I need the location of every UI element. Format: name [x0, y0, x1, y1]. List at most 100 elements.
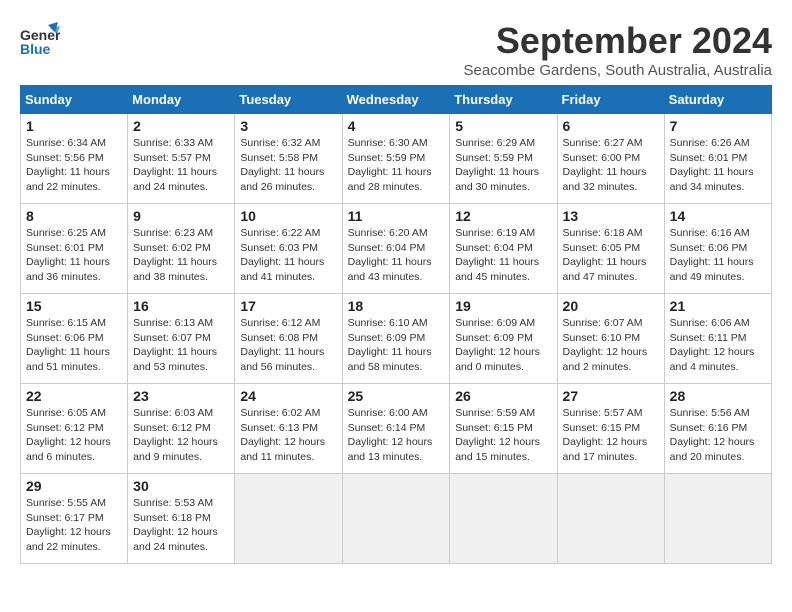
location-subtitle: Seacombe Gardens, South Australia, Austr…	[463, 62, 772, 79]
week-row: 1Sunrise: 6:34 AMSunset: 5:56 PMDaylight…	[21, 114, 772, 204]
day-number: 9	[133, 208, 229, 224]
day-info: Sunrise: 6:34 AMSunset: 5:56 PMDaylight:…	[26, 136, 122, 195]
week-row: 15Sunrise: 6:15 AMSunset: 6:06 PMDayligh…	[21, 294, 772, 384]
day-info: Sunrise: 5:59 AMSunset: 6:15 PMDaylight:…	[455, 406, 551, 465]
calendar-day: 4 Sunrise: 6:30 AMSunset: 5:59 PMDaylight…	[342, 114, 450, 204]
calendar-day: 10 Sunrise: 6:22 AMSunset: 6:03 PMDayligh…	[235, 204, 342, 294]
day-number: 7	[670, 118, 766, 134]
calendar-day: 15Sunrise: 6:15 AMSunset: 6:06 PMDayligh…	[21, 294, 128, 384]
day-info: Sunrise: 5:57 AMSunset: 6:15 PMDaylight:…	[563, 406, 659, 465]
day-header-saturday: Saturday	[664, 86, 771, 114]
week-row: 29 Sunrise: 5:55 AMSunset: 6:17 PMDayligh…	[21, 474, 772, 564]
calendar-day	[342, 474, 450, 564]
day-header-sunday: Sunday	[21, 86, 128, 114]
day-info: Sunrise: 6:26 AMSunset: 6:01 PMDaylight:…	[670, 136, 766, 195]
day-number: 16	[133, 298, 229, 314]
day-number: 26	[455, 388, 551, 404]
day-info: Sunrise: 6:00 AMSunset: 6:14 PMDaylight:…	[348, 406, 445, 465]
calendar-day: 28 Sunrise: 5:56 AMSunset: 6:16 PMDayligh…	[664, 384, 771, 474]
day-number: 11	[348, 208, 445, 224]
day-info: Sunrise: 6:09 AMSunset: 6:09 PMDaylight:…	[455, 316, 551, 375]
days-header-row: SundayMondayTuesdayWednesdayThursdayFrid…	[21, 86, 772, 114]
day-header-friday: Friday	[557, 86, 664, 114]
day-header-tuesday: Tuesday	[235, 86, 342, 114]
day-header-wednesday: Wednesday	[342, 86, 450, 114]
calendar-day: 25 Sunrise: 6:00 AMSunset: 6:14 PMDayligh…	[342, 384, 450, 474]
day-info: Sunrise: 6:33 AMSunset: 5:57 PMDaylight:…	[133, 136, 229, 195]
calendar-day: 13 Sunrise: 6:18 AMSunset: 6:05 PMDayligh…	[557, 204, 664, 294]
day-info: Sunrise: 6:27 AMSunset: 6:00 PMDaylight:…	[563, 136, 659, 195]
calendar-day	[235, 474, 342, 564]
day-number: 8	[26, 208, 122, 224]
day-number: 5	[455, 118, 551, 134]
day-info: Sunrise: 6:29 AMSunset: 5:59 PMDaylight:…	[455, 136, 551, 195]
calendar-day: 19 Sunrise: 6:09 AMSunset: 6:09 PMDayligh…	[450, 294, 557, 384]
day-number: 21	[670, 298, 766, 314]
day-number: 17	[240, 298, 336, 314]
week-row: 8Sunrise: 6:25 AMSunset: 6:01 PMDaylight…	[21, 204, 772, 294]
day-info: Sunrise: 6:19 AMSunset: 6:04 PMDaylight:…	[455, 226, 551, 285]
calendar-day: 14Sunrise: 6:16 AMSunset: 6:06 PMDayligh…	[664, 204, 771, 294]
day-number: 6	[563, 118, 659, 134]
day-number: 2	[133, 118, 229, 134]
day-info: Sunrise: 6:18 AMSunset: 6:05 PMDaylight:…	[563, 226, 659, 285]
calendar-day: 1Sunrise: 6:34 AMSunset: 5:56 PMDaylight…	[21, 114, 128, 204]
week-row: 22 Sunrise: 6:05 AMSunset: 6:12 PMDayligh…	[21, 384, 772, 474]
calendar-day: 24 Sunrise: 6:02 AMSunset: 6:13 PMDayligh…	[235, 384, 342, 474]
calendar-day: 5 Sunrise: 6:29 AMSunset: 5:59 PMDaylight…	[450, 114, 557, 204]
day-number: 19	[455, 298, 551, 314]
day-info: Sunrise: 5:53 AMSunset: 6:18 PMDaylight:…	[133, 496, 229, 555]
day-number: 4	[348, 118, 445, 134]
day-info: Sunrise: 6:05 AMSunset: 6:12 PMDaylight:…	[26, 406, 122, 465]
day-info: Sunrise: 6:07 AMSunset: 6:10 PMDaylight:…	[563, 316, 659, 375]
calendar-day: 7 Sunrise: 6:26 AMSunset: 6:01 PMDaylight…	[664, 114, 771, 204]
calendar-day: 26 Sunrise: 5:59 AMSunset: 6:15 PMDayligh…	[450, 384, 557, 474]
calendar-day: 3 Sunrise: 6:32 AMSunset: 5:58 PMDaylight…	[235, 114, 342, 204]
day-info: Sunrise: 6:23 AMSunset: 6:02 PMDaylight:…	[133, 226, 229, 285]
day-number: 12	[455, 208, 551, 224]
day-info: Sunrise: 6:02 AMSunset: 6:13 PMDaylight:…	[240, 406, 336, 465]
calendar-day	[450, 474, 557, 564]
calendar-day: 17Sunrise: 6:12 AMSunset: 6:08 PMDayligh…	[235, 294, 342, 384]
calendar-day	[664, 474, 771, 564]
calendar-day: 20 Sunrise: 6:07 AMSunset: 6:10 PMDayligh…	[557, 294, 664, 384]
header: General Blue September 2024 Seacombe Gar…	[20, 20, 772, 79]
calendar-day: 18 Sunrise: 6:10 AMSunset: 6:09 PMDayligh…	[342, 294, 450, 384]
title-area: September 2024 Seacombe Gardens, South A…	[463, 20, 772, 79]
day-info: Sunrise: 5:55 AMSunset: 6:17 PMDaylight:…	[26, 496, 122, 555]
calendar-day: 29 Sunrise: 5:55 AMSunset: 6:17 PMDayligh…	[21, 474, 128, 564]
day-number: 30	[133, 478, 229, 494]
logo-icon: General Blue	[20, 20, 60, 65]
day-number: 24	[240, 388, 336, 404]
day-info: Sunrise: 6:03 AMSunset: 6:12 PMDaylight:…	[133, 406, 229, 465]
day-number: 25	[348, 388, 445, 404]
calendar-day: 22 Sunrise: 6:05 AMSunset: 6:12 PMDayligh…	[21, 384, 128, 474]
svg-text:Blue: Blue	[20, 41, 51, 57]
day-number: 29	[26, 478, 122, 494]
day-number: 10	[240, 208, 336, 224]
calendar-day: 8Sunrise: 6:25 AMSunset: 6:01 PMDaylight…	[21, 204, 128, 294]
day-info: Sunrise: 6:16 AMSunset: 6:06 PMDaylight:…	[670, 226, 766, 285]
day-info: Sunrise: 6:10 AMSunset: 6:09 PMDaylight:…	[348, 316, 445, 375]
day-number: 18	[348, 298, 445, 314]
calendar-day: 2 Sunrise: 6:33 AMSunset: 5:57 PMDaylight…	[128, 114, 235, 204]
calendar-day: 6 Sunrise: 6:27 AMSunset: 6:00 PMDaylight…	[557, 114, 664, 204]
day-number: 20	[563, 298, 659, 314]
calendar-day: 11Sunrise: 6:20 AMSunset: 6:04 PMDayligh…	[342, 204, 450, 294]
day-info: Sunrise: 6:30 AMSunset: 5:59 PMDaylight:…	[348, 136, 445, 195]
day-header-monday: Monday	[128, 86, 235, 114]
day-number: 28	[670, 388, 766, 404]
day-info: Sunrise: 6:15 AMSunset: 6:06 PMDaylight:…	[26, 316, 122, 375]
day-number: 22	[26, 388, 122, 404]
day-info: Sunrise: 6:06 AMSunset: 6:11 PMDaylight:…	[670, 316, 766, 375]
day-header-thursday: Thursday	[450, 86, 557, 114]
calendar-table: SundayMondayTuesdayWednesdayThursdayFrid…	[20, 85, 772, 564]
calendar-day	[557, 474, 664, 564]
day-info: Sunrise: 6:32 AMSunset: 5:58 PMDaylight:…	[240, 136, 336, 195]
day-info: Sunrise: 5:56 AMSunset: 6:16 PMDaylight:…	[670, 406, 766, 465]
day-number: 3	[240, 118, 336, 134]
calendar-day: 21 Sunrise: 6:06 AMSunset: 6:11 PMDayligh…	[664, 294, 771, 384]
day-info: Sunrise: 6:22 AMSunset: 6:03 PMDaylight:…	[240, 226, 336, 285]
calendar-day: 12 Sunrise: 6:19 AMSunset: 6:04 PMDayligh…	[450, 204, 557, 294]
day-number: 13	[563, 208, 659, 224]
